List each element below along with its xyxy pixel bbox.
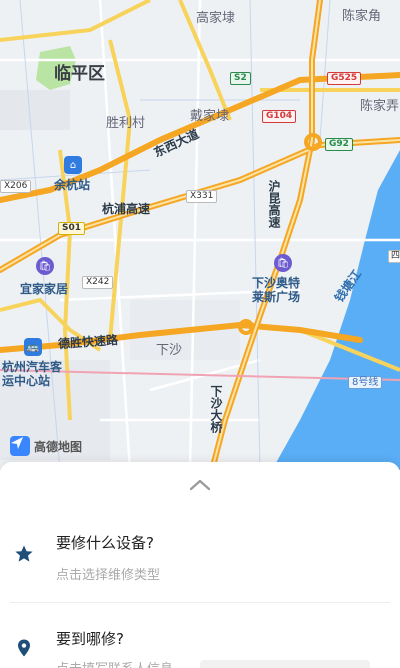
poi-outlets-line1: 下沙奥特 (252, 276, 301, 290)
chevron-up-icon[interactable] (188, 478, 212, 492)
amap-logo-text: 高德地图 (34, 439, 83, 454)
shield-g104: G104 (262, 110, 297, 123)
place-chenjiajiao: 陈家角 (342, 9, 382, 24)
map-view[interactable]: 高家埭 陈家角 临平区 陈家弄 胜利村 戴家埭 下沙 东西大道 杭浦高速 沪昆高… (0, 0, 400, 470)
place-shenglicun: 胜利村 (106, 116, 146, 131)
poi-ikea[interactable]: 宜家家居 (20, 282, 68, 296)
poi-yuhang-station[interactable]: 余杭站 (54, 178, 90, 192)
shield-si: 四 (388, 250, 400, 263)
star-icon (15, 545, 33, 562)
shield-s01: S01 (58, 222, 86, 235)
amap-logo-icon (10, 436, 30, 456)
shield-g92: G92 (325, 138, 353, 151)
shield-g525: G525 (327, 72, 362, 85)
row-divider (10, 602, 390, 603)
place-chenjianong: 陈家弄 (360, 99, 400, 114)
bottom-sheet: 要修什么设备? 点击选择维修类型 要到哪修? 点击填写联系人信息 (0, 462, 400, 668)
place-daijiadai: 戴家埭 (190, 109, 230, 124)
device-type-title: 要修什么设备? (56, 534, 154, 552)
place-gaojiadai: 高家埭 (196, 11, 236, 26)
road-hangpu: 杭浦高速 (102, 202, 151, 216)
bus-icon: 🚌 (24, 338, 42, 356)
shield-x206: X206 (0, 180, 32, 193)
poi-outlets[interactable]: 下沙奥特 莱斯广场 (252, 276, 300, 304)
river-water (272, 150, 400, 470)
poi-bus-line2: 运中心站 (2, 374, 51, 388)
shopping-icon: 🛍 (36, 257, 54, 275)
amap-logo: 高德地图 (10, 436, 82, 456)
location-title: 要到哪修? (56, 630, 124, 648)
train-station-icon: ⌂ (64, 156, 82, 174)
shield-x242: X242 (82, 276, 114, 289)
device-type-hint: 点击选择维修类型 (56, 568, 161, 583)
location-pin-icon (18, 639, 30, 657)
location-hint: 点击填写联系人信息 (56, 658, 173, 668)
place-linping: 临平区 (54, 64, 105, 84)
device-type-row[interactable]: 要修什么设备? 点击选择维修类型 (0, 528, 400, 588)
poi-outlets-line2: 莱斯广场 (252, 290, 301, 304)
shield-x331: X331 (186, 190, 218, 203)
road-hukun: 沪昆高速 (267, 180, 281, 228)
home-indicator (200, 660, 370, 668)
poi-bus-center[interactable]: 杭州汽车客 运中心站 (2, 360, 62, 388)
road-xiasha-avenue: 下沙大桥 (209, 385, 223, 433)
place-xiasha: 下沙 (156, 343, 183, 358)
shield-line8: 8号线 (348, 376, 383, 389)
shopping-bag-icon: 🛍 (274, 254, 292, 272)
shield-s2: S2 (230, 72, 251, 85)
poi-bus-line1: 杭州汽车客 (2, 360, 63, 374)
